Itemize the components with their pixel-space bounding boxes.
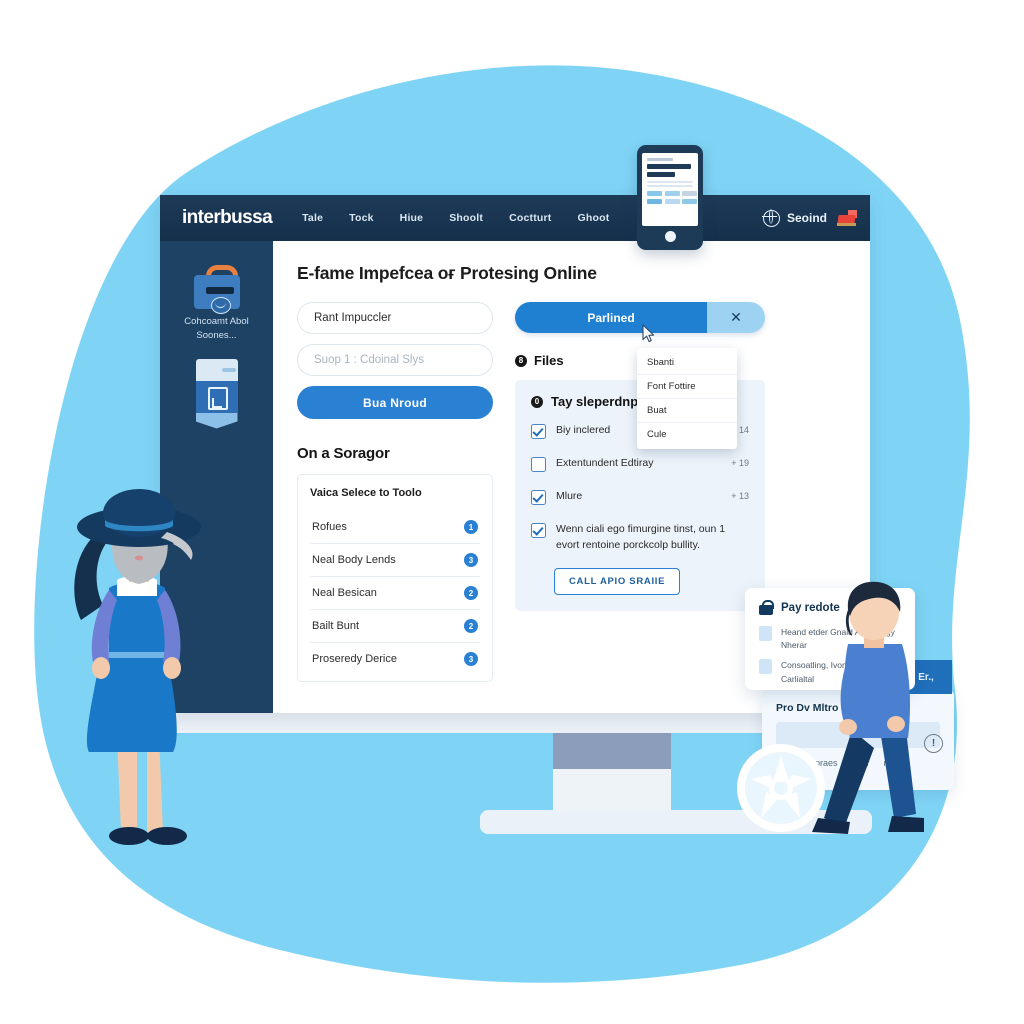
- nav-right-group: Seoind: [762, 195, 858, 241]
- list-item-badge: 2: [464, 619, 478, 633]
- monitor-neck-lower: [553, 769, 671, 813]
- phone-screen: [642, 153, 698, 226]
- checkbox-label: Wenn ciali ego fimurgine tinst, oun 1 ev…: [556, 523, 726, 551]
- bag-strip: [205, 287, 234, 294]
- nav-link-6[interactable]: Ghoot: [578, 212, 610, 224]
- dropdown-item[interactable]: Buat: [637, 399, 737, 423]
- doc-icon: [759, 626, 772, 641]
- phone-home-button[interactable]: [664, 231, 676, 242]
- dropdown-item[interactable]: Sbanti: [637, 351, 737, 375]
- man-walking-in-blue-shirt: [812, 581, 924, 834]
- monitor-neck-upper: [553, 733, 671, 769]
- phone-chip: [664, 198, 680, 204]
- checkbox-row[interactable]: Mlure + 13: [531, 489, 749, 505]
- page-title: E-fame Impefcea oғ Protesing Online: [297, 263, 597, 283]
- phone-chip: [664, 191, 680, 196]
- phone-mockup: [637, 145, 703, 250]
- checkbox-value: + 13: [731, 491, 749, 501]
- secondary-input[interactable]: Suop 1 : Cdoinal Slys: [297, 344, 493, 376]
- mouse-cursor: [642, 324, 655, 343]
- list-item-badge: 3: [464, 553, 478, 567]
- list-item-label: Bailt Bunt: [312, 620, 360, 632]
- submit-button[interactable]: Bua Nroud: [297, 386, 493, 419]
- phone-body-line: [647, 180, 693, 183]
- list-card-header: Vaica Selece to Toolo: [310, 487, 422, 499]
- split-button-label[interactable]: Parlined: [515, 302, 707, 333]
- nav-link-3[interactable]: Hiue: [400, 212, 424, 224]
- woman-in-blue-dress-with-hat: [74, 489, 201, 845]
- nav-link-2[interactable]: Tock: [349, 212, 374, 224]
- list-item-badge: 2: [464, 586, 478, 600]
- close-icon[interactable]: ✕: [707, 302, 765, 333]
- cart-base: [837, 222, 856, 226]
- doc-icon: [759, 659, 772, 675]
- checkbox-row[interactable]: Extentundent Edtiray + 19: [531, 456, 749, 472]
- list-item-badge: 1: [464, 520, 478, 534]
- lock-icon: [759, 600, 774, 615]
- split-action-button[interactable]: Parlined ✕: [515, 302, 765, 333]
- box-lid-line: [221, 367, 236, 372]
- checkbox-checked-icon[interactable]: [531, 523, 546, 538]
- list-item[interactable]: Neal Body Lends 3: [310, 544, 480, 577]
- checkbox-unchecked-icon[interactable]: [531, 457, 546, 472]
- panel-title: Tay sleperdnpy: [551, 394, 646, 409]
- box-lid: [195, 358, 238, 381]
- left-column: Rant Impuccler Suop 1 : Cdoinal Slys Bua…: [297, 302, 493, 682]
- phone-kicker-line: [647, 158, 673, 161]
- shopping-bag-icon: [191, 265, 243, 314]
- checkbox-value: + 19: [731, 458, 749, 468]
- list-item[interactable]: Bailt Bunt 2: [310, 610, 480, 643]
- phone-body-line: [647, 185, 693, 187]
- selection-list-card: Vaica Selece to Toolo Rofues 1 Neal Body…: [297, 474, 493, 682]
- list-item-label: Proseredy Derice: [312, 653, 397, 665]
- scene-root: interbussa Tale Tock Hiue Shoolt Cocttur…: [0, 0, 1024, 1024]
- checkbox-label: Extentundent Edtiray: [556, 457, 654, 469]
- shopping-cart-icon[interactable]: [836, 209, 858, 227]
- phone-title-line-2: [647, 171, 675, 177]
- box-bottom: [195, 412, 238, 429]
- checkbox-row[interactable]: Wenn ciali ego fimurgine tinst, oun 1 ev…: [531, 522, 749, 554]
- primary-input[interactable]: Rant Impuccler: [297, 302, 493, 334]
- call-action-button[interactable]: CALL APIO SRAIIE: [554, 567, 681, 595]
- lock-body: [759, 605, 773, 615]
- nav-link-5[interactable]: Coctturt: [509, 212, 551, 224]
- list-item-badge: 3: [464, 652, 478, 666]
- list-item[interactable]: Proseredy Derice 3: [310, 643, 480, 675]
- account-label[interactable]: Seoind: [787, 211, 827, 225]
- phone-chip: [682, 191, 697, 196]
- bag-emblem: [210, 297, 231, 314]
- list-item[interactable]: Rofues 1: [310, 511, 480, 544]
- checkbox-checked-icon[interactable]: [531, 424, 546, 439]
- checkbox-label: Mlure: [556, 490, 583, 502]
- phone-title-line-1: [647, 164, 691, 169]
- phone-chip-group: [647, 191, 697, 204]
- globe-icon[interactable]: [762, 208, 780, 227]
- nav-link-1[interactable]: Tale: [302, 212, 323, 224]
- list-item-label: Rofues: [312, 521, 347, 533]
- sidebar-item-bag[interactable]: Cohcoamt Abol Soones...: [169, 265, 265, 343]
- sidebar-bag-label: Cohcoamt Abol Soones...: [184, 316, 249, 341]
- dropdown-menu[interactable]: Sbanti Font Fottire Buat Cule: [637, 348, 737, 449]
- package-box-icon[interactable]: [192, 358, 242, 431]
- files-count-badge: 8: [515, 354, 527, 367]
- dropdown-item[interactable]: Font Fottire: [637, 375, 737, 399]
- list-item-label: Neal Body Lends: [312, 554, 396, 566]
- list-item[interactable]: Neal Besican 2: [310, 577, 480, 610]
- phone-chip: [647, 191, 662, 196]
- right-column: Parlined ✕ Sbanti Font Fottire Buat Cule: [515, 302, 765, 682]
- nav-link-4[interactable]: Shoolt: [449, 212, 483, 224]
- dropdown-item[interactable]: Cule: [637, 423, 737, 446]
- section-title: On a Soragor: [297, 445, 390, 462]
- panel-badge: 0: [531, 395, 543, 408]
- phone-chip: [682, 198, 697, 204]
- nav-links: Tale Tock Hiue Shoolt Coctturt Ghoot: [302, 212, 609, 224]
- site-logo[interactable]: interbussa: [182, 207, 273, 229]
- phone-chip: [647, 198, 662, 204]
- checkbox-checked-icon[interactable]: [531, 490, 546, 505]
- site-navbar: interbussa Tale Tock Hiue Shoolt Cocttur…: [160, 195, 870, 241]
- files-label: Files: [534, 353, 564, 368]
- bag-body: [193, 275, 240, 314]
- box-symbol: [207, 386, 228, 410]
- list-item-label: Neal Besican: [312, 587, 377, 599]
